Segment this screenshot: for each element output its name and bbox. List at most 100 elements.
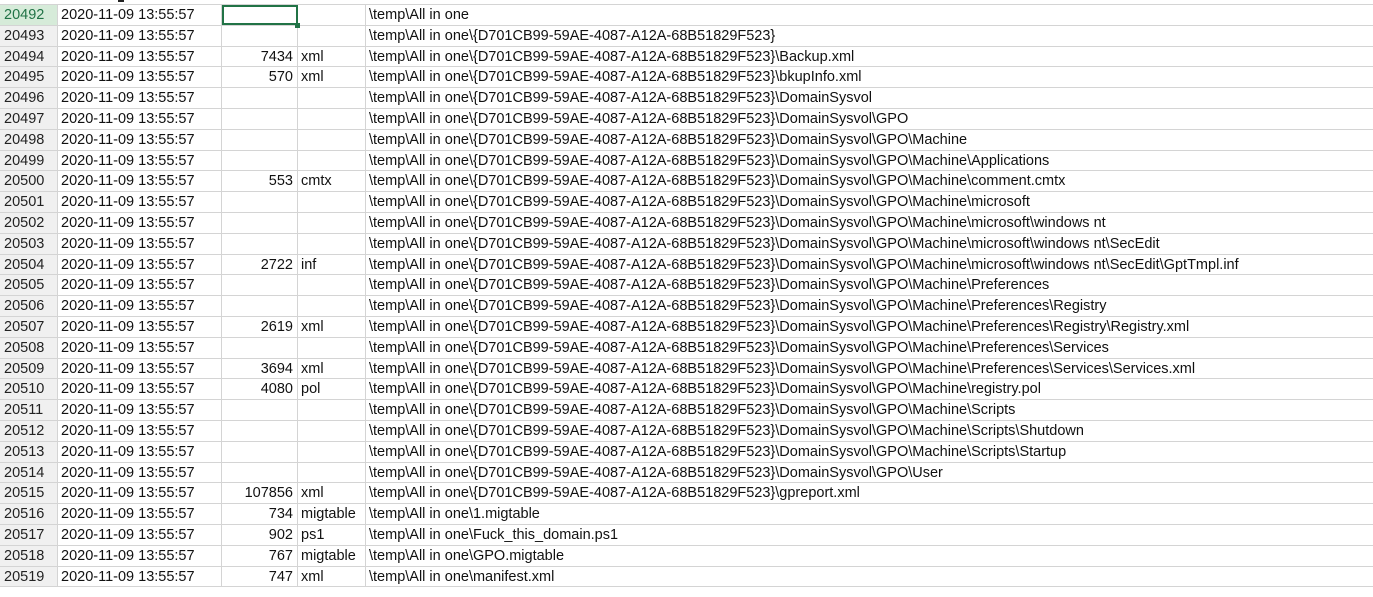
- path-cell[interactable]: \temp\All in one\{D701CB99-59AE-4087-A12…: [366, 130, 1373, 150]
- table-row[interactable]: 20514 2020-11-09 13:55:57 \temp\All in one…: [0, 462, 1373, 484]
- timestamp-cell[interactable]: 2020-11-09 13:55:57: [58, 171, 222, 192]
- row-header[interactable]: 20498: [0, 129, 58, 150]
- extension-cell[interactable]: [298, 5, 366, 25]
- size-cell[interactable]: 570: [222, 67, 298, 88]
- extension-cell[interactable]: [298, 108, 366, 129]
- extension-cell[interactable]: migtable: [298, 545, 366, 566]
- path-cell[interactable]: \temp\All in one\{D701CB99-59AE-4087-A12…: [366, 67, 1373, 87]
- table-row[interactable]: 20503 2020-11-09 13:55:57 \temp\All in one…: [0, 233, 1373, 255]
- size-cell[interactable]: 747: [222, 566, 298, 587]
- extension-cell[interactable]: xml: [298, 358, 366, 379]
- table-row[interactable]: 20516 2020-11-09 13:55:57 734 migtable \temp…: [0, 504, 1373, 525]
- path-cell[interactable]: \temp\All in one\{D701CB99-59AE-4087-A12…: [366, 26, 1373, 46]
- timestamp-cell[interactable]: 2020-11-09 13:55:57: [58, 5, 222, 25]
- extension-cell[interactable]: xml: [298, 566, 366, 587]
- size-cell[interactable]: [222, 233, 298, 254]
- path-cell[interactable]: \temp\All in one\{D701CB99-59AE-4087-A12…: [366, 338, 1373, 358]
- size-cell[interactable]: 3694: [222, 358, 298, 379]
- path-cell[interactable]: \temp\All in one\{D701CB99-59AE-4087-A12…: [366, 463, 1373, 483]
- extension-cell[interactable]: inf: [298, 254, 366, 275]
- path-cell[interactable]: \temp\All in one\{D701CB99-59AE-4087-A12…: [366, 421, 1373, 441]
- row-header[interactable]: 20518: [0, 545, 58, 566]
- table-row[interactable]: 20518 2020-11-09 13:55:57 767 migtable \temp…: [0, 545, 1373, 567]
- timestamp-cell[interactable]: 2020-11-09 13:55:57: [58, 108, 222, 129]
- extension-cell[interactable]: [298, 275, 366, 296]
- spreadsheet-grid[interactable]: 20492 2020-11-09 13:55:57 \temp\All in one…: [0, 4, 1373, 588]
- timestamp-cell[interactable]: 2020-11-09 13:55:57: [58, 129, 222, 150]
- row-header[interactable]: 20514: [0, 462, 58, 483]
- extension-cell[interactable]: [298, 420, 366, 441]
- extension-cell[interactable]: [298, 25, 366, 46]
- path-cell[interactable]: \temp\All in one\manifest.xml: [366, 567, 1373, 587]
- row-header[interactable]: 20496: [0, 88, 58, 108]
- table-row[interactable]: 20505 2020-11-09 13:55:57 \temp\All in one…: [0, 275, 1373, 297]
- timestamp-cell[interactable]: 2020-11-09 13:55:57: [58, 316, 222, 337]
- timestamp-cell[interactable]: 2020-11-09 13:55:57: [58, 233, 222, 254]
- timestamp-cell[interactable]: 2020-11-09 13:55:57: [58, 483, 222, 504]
- timestamp-cell[interactable]: 2020-11-09 13:55:57: [58, 441, 222, 462]
- extension-cell[interactable]: [298, 192, 366, 212]
- path-cell[interactable]: \temp\All in one\{D701CB99-59AE-4087-A12…: [366, 359, 1373, 379]
- path-cell[interactable]: \temp\All in one\{D701CB99-59AE-4087-A12…: [366, 296, 1373, 316]
- row-header[interactable]: 20507: [0, 316, 58, 337]
- path-cell[interactable]: \temp\All in one\GPO.migtable: [366, 546, 1373, 566]
- table-row[interactable]: 20507 2020-11-09 13:55:57 2619 xml \temp\All…: [0, 316, 1373, 338]
- table-row[interactable]: 20493 2020-11-09 13:55:57 \temp\All in one…: [0, 25, 1373, 47]
- extension-cell[interactable]: [298, 462, 366, 483]
- table-row[interactable]: 20515 2020-11-09 13:55:57 107856 xml \temp\A…: [0, 483, 1373, 505]
- extension-cell[interactable]: xml: [298, 46, 366, 67]
- row-header[interactable]: 20517: [0, 524, 58, 545]
- table-row[interactable]: 20495 2020-11-09 13:55:57 570 xml \temp\All …: [0, 67, 1373, 89]
- row-header[interactable]: 20516: [0, 504, 58, 524]
- row-header[interactable]: 20494: [0, 46, 58, 67]
- size-cell[interactable]: [222, 5, 300, 28]
- table-row[interactable]: 20504 2020-11-09 13:55:57 2722 inf \temp\All…: [0, 254, 1373, 276]
- timestamp-cell[interactable]: 2020-11-09 13:55:57: [58, 420, 222, 441]
- path-cell[interactable]: \temp\All in one\{D701CB99-59AE-4087-A12…: [366, 47, 1373, 67]
- path-cell[interactable]: \temp\All in one\{D701CB99-59AE-4087-A12…: [366, 151, 1373, 171]
- path-cell[interactable]: \temp\All in one: [366, 5, 1373, 25]
- path-cell[interactable]: \temp\All in one\1.migtable: [366, 504, 1373, 524]
- timestamp-cell[interactable]: 2020-11-09 13:55:57: [58, 88, 222, 108]
- timestamp-cell[interactable]: 2020-11-09 13:55:57: [58, 46, 222, 67]
- extension-cell[interactable]: xml: [298, 316, 366, 337]
- timestamp-cell[interactable]: 2020-11-09 13:55:57: [58, 296, 222, 316]
- table-row[interactable]: 20513 2020-11-09 13:55:57 \temp\All in one…: [0, 441, 1373, 463]
- size-cell[interactable]: 734: [222, 504, 298, 524]
- size-cell[interactable]: 7434: [222, 46, 298, 67]
- path-cell[interactable]: \temp\All in one\Fuck_this_domain.ps1: [366, 525, 1373, 545]
- table-row[interactable]: 20502 2020-11-09 13:55:57 \temp\All in one…: [0, 212, 1373, 234]
- extension-cell[interactable]: [298, 212, 366, 233]
- table-row[interactable]: 20499 2020-11-09 13:55:57 \temp\All in one…: [0, 150, 1373, 172]
- extension-cell[interactable]: cmtx: [298, 171, 366, 192]
- row-header[interactable]: 20504: [0, 254, 58, 275]
- row-header[interactable]: 20511: [0, 400, 58, 420]
- extension-cell[interactable]: migtable: [298, 504, 366, 524]
- size-cell[interactable]: [222, 275, 298, 296]
- timestamp-cell[interactable]: 2020-11-09 13:55:57: [58, 67, 222, 88]
- size-cell[interactable]: [222, 150, 298, 171]
- timestamp-cell[interactable]: 2020-11-09 13:55:57: [58, 545, 222, 566]
- path-cell[interactable]: \temp\All in one\{D701CB99-59AE-4087-A12…: [366, 400, 1373, 420]
- row-header[interactable]: 20497: [0, 108, 58, 129]
- row-header[interactable]: 20506: [0, 296, 58, 316]
- table-row[interactable]: 20506 2020-11-09 13:55:57 \temp\All in one…: [0, 296, 1373, 317]
- timestamp-cell[interactable]: 2020-11-09 13:55:57: [58, 254, 222, 275]
- size-cell[interactable]: [222, 212, 298, 233]
- timestamp-cell[interactable]: 2020-11-09 13:55:57: [58, 524, 222, 545]
- size-cell[interactable]: [222, 25, 298, 46]
- table-row[interactable]: 20508 2020-11-09 13:55:57 \temp\All in one…: [0, 337, 1373, 359]
- timestamp-cell[interactable]: 2020-11-09 13:55:57: [58, 400, 222, 420]
- size-cell[interactable]: 553: [222, 171, 298, 192]
- extension-cell[interactable]: [298, 129, 366, 150]
- table-row[interactable]: 20501 2020-11-09 13:55:57 \temp\All in one…: [0, 192, 1373, 213]
- size-cell[interactable]: [222, 400, 298, 420]
- timestamp-cell[interactable]: 2020-11-09 13:55:57: [58, 275, 222, 296]
- row-header[interactable]: 20505: [0, 275, 58, 296]
- timestamp-cell[interactable]: 2020-11-09 13:55:57: [58, 150, 222, 171]
- size-cell[interactable]: [222, 420, 298, 441]
- path-cell[interactable]: \temp\All in one\{D701CB99-59AE-4087-A12…: [366, 275, 1373, 295]
- table-row[interactable]: 20497 2020-11-09 13:55:57 \temp\All in one…: [0, 108, 1373, 130]
- row-header[interactable]: 20519: [0, 566, 58, 587]
- path-cell[interactable]: \temp\All in one\{D701CB99-59AE-4087-A12…: [366, 213, 1373, 233]
